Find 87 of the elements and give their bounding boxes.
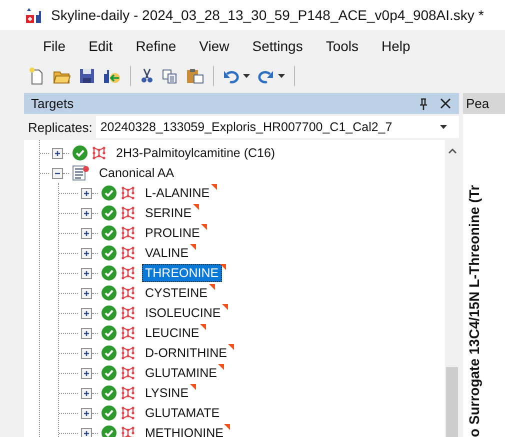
- tree-item[interactable]: D-ORNITHINE: [142, 344, 230, 362]
- tree-item[interactable]: L-ALANINE: [142, 184, 213, 202]
- check-icon: [101, 325, 117, 341]
- menu-item[interactable]: Refine: [136, 38, 176, 54]
- molecule-icon: [120, 205, 136, 221]
- scrollbar[interactable]: [445, 140, 459, 437]
- tree-item[interactable]: GLUTAMATE: [142, 404, 223, 422]
- tree-item[interactable]: GLUTAMINE: [142, 364, 220, 382]
- tree-item[interactable]: ISOLEUCINE: [142, 304, 224, 322]
- replicates-label: Replicates:: [28, 120, 92, 134]
- list-icon: [72, 165, 90, 181]
- check-icon: [101, 405, 117, 421]
- window-title: Skyline-daily - 2024_03_28_13_30_59_P148_ACE_v0p4_908AI.sky *: [51, 7, 484, 23]
- copy-icon[interactable]: [162, 68, 178, 84]
- menu-item[interactable]: Settings: [252, 38, 303, 54]
- expand-icon[interactable]: [81, 248, 92, 258]
- menu-item[interactable]: Edit: [88, 38, 113, 54]
- import-icon[interactable]: [103, 68, 121, 84]
- vertical-label: o Surrogate 13C4/15N L-Threonine (Tr: [466, 184, 482, 437]
- check-icon: [101, 345, 117, 361]
- tree-item[interactable]: 2H3-Palmitoylcamitine (C16): [113, 144, 278, 162]
- panel-title: Targets: [31, 96, 75, 111]
- check-icon: [72, 145, 88, 161]
- menu-item[interactable]: Tools: [326, 38, 359, 54]
- tree-item[interactable]: METHIONINE: [142, 424, 226, 437]
- check-icon: [101, 265, 117, 281]
- menu-item[interactable]: File: [43, 38, 66, 54]
- molecule-icon: [120, 425, 136, 437]
- check-icon: [101, 245, 117, 261]
- check-icon: [101, 385, 117, 401]
- panel-tab[interactable]: Pea: [463, 93, 505, 114]
- menu-item[interactable]: View: [199, 38, 230, 54]
- cut-icon[interactable]: [140, 68, 154, 84]
- molecule-icon: [120, 325, 136, 341]
- expand-icon[interactable]: [52, 148, 63, 158]
- check-icon: [101, 305, 117, 321]
- molecule-icon: [120, 365, 136, 381]
- new-document-icon[interactable]: [29, 67, 45, 85]
- expand-icon[interactable]: [81, 268, 92, 278]
- dropdown-arrow-icon[interactable]: [243, 74, 250, 78]
- collapse-icon[interactable]: [52, 168, 63, 178]
- molecule-icon: [91, 145, 107, 161]
- molecule-icon: [120, 285, 136, 301]
- dropdown-arrow-icon: [440, 125, 447, 129]
- dropdown-arrow-icon[interactable]: [278, 74, 285, 78]
- expand-icon[interactable]: [81, 308, 92, 318]
- expand-icon[interactable]: [81, 228, 92, 238]
- expand-icon[interactable]: [81, 328, 92, 338]
- replicate-dropdown[interactable]: 20240328_133059_Exploris_HR007700_C1_Cal2_7: [96, 116, 459, 138]
- tree-item[interactable]: CYSTEINE: [142, 284, 211, 302]
- check-icon: [101, 285, 117, 301]
- molecule-icon: [120, 305, 136, 321]
- expand-icon[interactable]: [81, 428, 92, 437]
- menu-item[interactable]: Help: [382, 38, 410, 54]
- check-icon: [101, 365, 117, 381]
- tree-item[interactable]: THREONINE: [142, 264, 222, 282]
- expand-icon[interactable]: [81, 208, 92, 218]
- pin-icon[interactable]: [419, 98, 428, 110]
- check-icon: [101, 225, 117, 241]
- expand-icon[interactable]: [81, 348, 92, 358]
- scrollbar-thumb[interactable]: [446, 367, 458, 437]
- close-icon[interactable]: [440, 98, 451, 109]
- molecule-icon: [120, 225, 136, 241]
- save-icon[interactable]: [79, 68, 95, 84]
- expand-icon[interactable]: [81, 368, 92, 378]
- tree-item[interactable]: VALINE: [142, 244, 192, 262]
- molecule-icon: [120, 405, 136, 421]
- molecule-icon: [120, 245, 136, 261]
- tree-item[interactable]: PROLINE: [142, 224, 203, 242]
- tree-item[interactable]: LEUCINE: [142, 324, 202, 342]
- molecule-icon: [120, 385, 136, 401]
- tree-item[interactable]: SERINE: [142, 204, 195, 222]
- redo-icon[interactable]: [258, 68, 274, 84]
- check-icon: [101, 185, 117, 201]
- expand-icon[interactable]: [81, 388, 92, 398]
- paste-icon[interactable]: [186, 68, 204, 84]
- molecule-icon: [120, 345, 136, 361]
- tree-item[interactable]: LYSINE: [142, 384, 192, 402]
- check-icon: [101, 205, 117, 221]
- scroll-up-icon[interactable]: [448, 148, 456, 154]
- molecule-icon: [120, 265, 136, 281]
- molecule-icon: [120, 185, 136, 201]
- expand-icon[interactable]: [81, 408, 92, 418]
- undo-icon[interactable]: [223, 68, 239, 84]
- expand-icon[interactable]: [81, 288, 92, 298]
- expand-icon[interactable]: [81, 188, 92, 198]
- tree-item[interactable]: Canonical AA: [96, 164, 178, 182]
